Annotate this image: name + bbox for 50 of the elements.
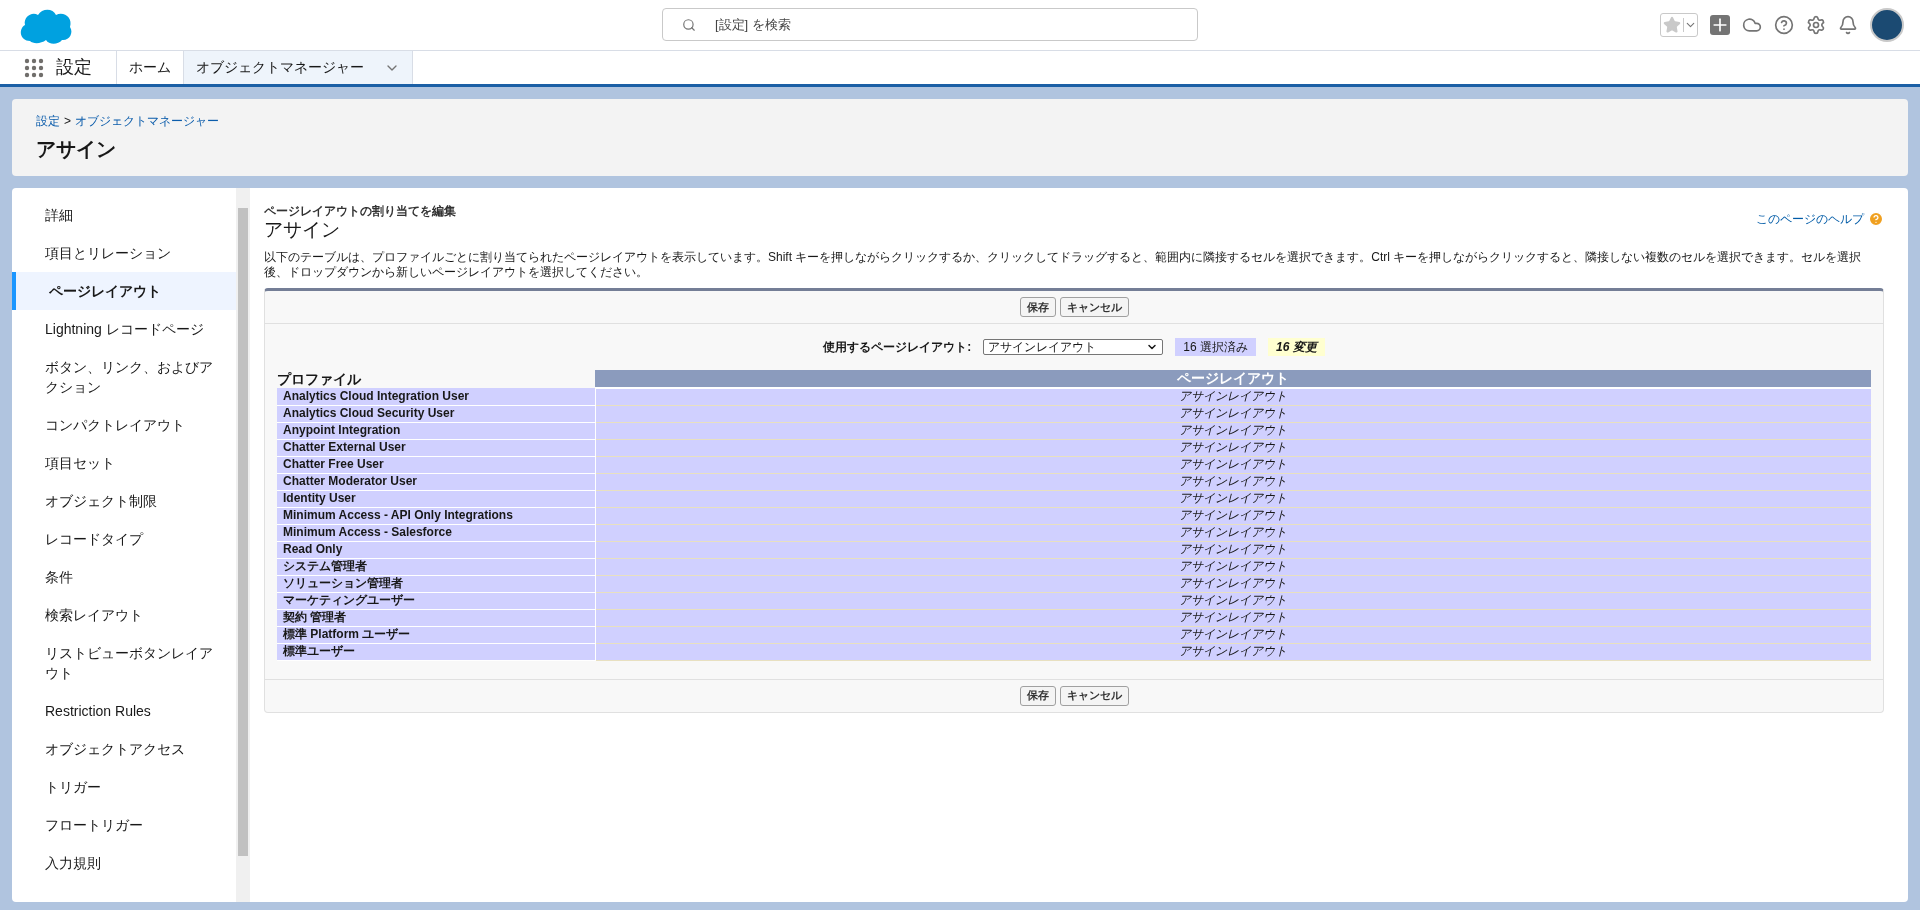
notification-icon[interactable] [1838, 15, 1858, 35]
sidebar-item[interactable]: 条件 [12, 558, 236, 596]
nav-tab[interactable]: オブジェクトマネージャー [183, 51, 413, 84]
sidebar-item[interactable]: コンパクトレイアウト [12, 406, 236, 444]
sidebar-item[interactable]: 入力規則 [12, 844, 236, 882]
cancel-button[interactable]: キャンセル [1059, 297, 1129, 317]
sidebar-item[interactable]: トリガー [12, 768, 236, 806]
save-button[interactable]: 保存 [1019, 685, 1056, 706]
sidebar-item[interactable]: オブジェクト制限 [12, 482, 236, 520]
cloud-icon[interactable] [1742, 15, 1762, 35]
sidebar-item[interactable]: オブジェクトアクセス [12, 730, 236, 768]
breadcrumb-separator: > [64, 112, 71, 130]
search-field[interactable]: [設定] を検索 [662, 8, 1198, 41]
sidebar-item[interactable]: Lightning レコードページ [12, 310, 236, 348]
sidebar-item[interactable]: 項目とリレーション [12, 234, 236, 272]
scrollbar[interactable] [236, 188, 250, 902]
search-icon [682, 18, 696, 32]
breadcrumb-link[interactable]: オブジェクトマネージャー [75, 111, 219, 130]
sidebar-item[interactable]: 検索レイアウト [12, 596, 236, 634]
column-header: ページレイアウト [595, 370, 1871, 388]
section-title: アサイン [264, 220, 341, 240]
sidebar-item[interactable]: ページレイアウト [12, 272, 236, 310]
layout-picker-label: 使用するページレイアウト: [823, 339, 972, 356]
sidebar-item[interactable]: 項目セット [12, 444, 236, 482]
avatar[interactable] [1870, 8, 1904, 42]
sidebar-item[interactable]: Restriction Rules [12, 692, 236, 730]
cancel-button[interactable]: キャンセル [1059, 685, 1129, 706]
sidebar-item[interactable]: 詳細 [12, 196, 236, 234]
sidebar-item[interactable]: ボタン、リンク、およびアクション [12, 348, 236, 406]
layout-dropdown[interactable]: アサインレイアウト [983, 339, 1164, 355]
caret-icon [1683, 18, 1697, 32]
star-icon [1663, 16, 1681, 34]
column-header: プロファイル [277, 370, 595, 388]
app-launcher-icon[interactable] [24, 57, 44, 78]
selected-count: 16 選択済み [1175, 338, 1256, 356]
changed-count: 16 変更 [1268, 338, 1325, 356]
sidebar-item[interactable]: フロートリガー [12, 806, 236, 844]
help-link[interactable]: このページのヘルプ [1756, 210, 1864, 228]
app-name: 設定 [56, 56, 92, 79]
page-subtitle: ページレイアウトの割り当てを編集 [264, 203, 456, 220]
breadcrumb-link[interactable]: 設定 [36, 111, 60, 130]
page-title: アサイン [36, 136, 117, 162]
profile-cell: Analytics Cloud Integration User [277, 388, 595, 405]
sidebar-item[interactable]: レコードタイプ [12, 520, 236, 558]
description-text: 以下のテーブルは、プロファイルごとに割り当てられたページレイアウトを表示しています。Shift キーを押しながらクリックするか、クリックしてドラッグすると、範囲内に隣接するセルを選択できます。Ctrl キーを押しながらクリックすると、隣接しない複数のセルを選択できます。セルを選択後、ドロップダウンから新しいページレイアウトを選択してください。 [264, 250, 1863, 280]
add-icon[interactable] [1710, 15, 1730, 35]
settings-icon[interactable] [1806, 15, 1826, 35]
sidebar-item[interactable]: リストビューボタンレイアウト [12, 634, 236, 692]
help-icon[interactable] [1774, 15, 1794, 35]
save-button[interactable]: 保存 [1019, 297, 1056, 317]
